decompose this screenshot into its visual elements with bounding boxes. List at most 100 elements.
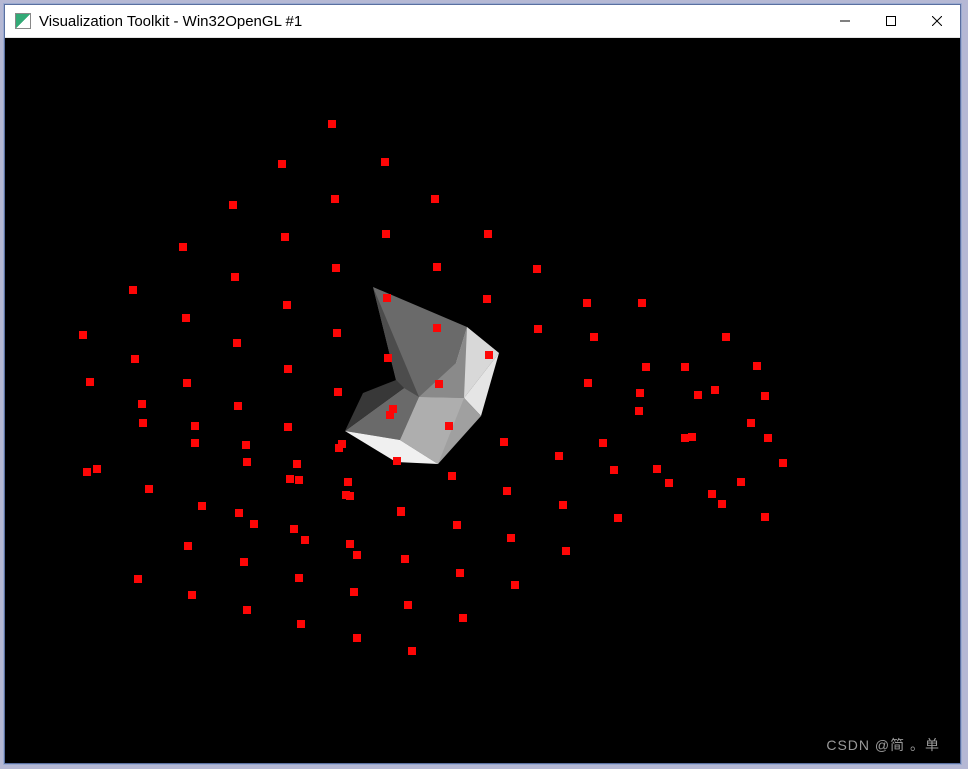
rendered-scene bbox=[5, 38, 960, 763]
data-point bbox=[590, 333, 598, 341]
data-point bbox=[346, 540, 354, 548]
data-point bbox=[747, 419, 755, 427]
data-point bbox=[503, 487, 511, 495]
data-point bbox=[737, 478, 745, 486]
data-point bbox=[332, 264, 340, 272]
data-point bbox=[138, 400, 146, 408]
data-point bbox=[243, 606, 251, 614]
data-point bbox=[711, 386, 719, 394]
data-point bbox=[86, 378, 94, 386]
data-point bbox=[295, 574, 303, 582]
data-point bbox=[384, 354, 392, 362]
data-point bbox=[234, 402, 242, 410]
data-point bbox=[344, 478, 352, 486]
data-point bbox=[382, 230, 390, 238]
data-point bbox=[240, 558, 248, 566]
data-point bbox=[243, 458, 251, 466]
data-point bbox=[383, 294, 391, 302]
data-point bbox=[328, 120, 336, 128]
watermark-text: CSDN @简 。单 bbox=[826, 735, 940, 755]
data-point bbox=[718, 500, 726, 508]
data-point bbox=[638, 299, 646, 307]
window-title: Visualization Toolkit - Win32OpenGL #1 bbox=[39, 13, 822, 30]
data-point bbox=[182, 314, 190, 322]
application-window: Visualization Toolkit - Win32OpenGL #1 C… bbox=[4, 4, 961, 764]
data-point bbox=[599, 439, 607, 447]
data-point bbox=[404, 601, 412, 609]
data-point bbox=[183, 379, 191, 387]
data-point bbox=[284, 423, 292, 431]
data-point bbox=[500, 438, 508, 446]
data-point bbox=[533, 265, 541, 273]
data-point bbox=[583, 299, 591, 307]
data-point bbox=[397, 508, 405, 516]
data-point bbox=[408, 647, 416, 655]
data-point bbox=[779, 459, 787, 467]
data-point bbox=[559, 501, 567, 509]
data-point bbox=[235, 509, 243, 517]
data-point bbox=[131, 355, 139, 363]
titlebar[interactable]: Visualization Toolkit - Win32OpenGL #1 bbox=[5, 5, 960, 38]
data-point bbox=[281, 233, 289, 241]
data-point bbox=[761, 513, 769, 521]
data-point bbox=[722, 333, 730, 341]
data-point bbox=[129, 286, 137, 294]
data-point bbox=[764, 434, 772, 442]
data-point bbox=[231, 273, 239, 281]
maximize-icon bbox=[886, 16, 896, 26]
data-point bbox=[453, 521, 461, 529]
data-point bbox=[431, 195, 439, 203]
app-icon bbox=[15, 13, 31, 29]
data-point bbox=[278, 160, 286, 168]
data-point bbox=[295, 476, 303, 484]
maximize-button[interactable] bbox=[868, 5, 914, 37]
data-point bbox=[642, 363, 650, 371]
data-point bbox=[433, 324, 441, 332]
data-point bbox=[610, 466, 618, 474]
data-point bbox=[139, 419, 147, 427]
data-point bbox=[688, 433, 696, 441]
data-point bbox=[485, 351, 493, 359]
data-point bbox=[456, 569, 464, 577]
data-point bbox=[445, 422, 453, 430]
data-point bbox=[286, 475, 294, 483]
data-point bbox=[448, 472, 456, 480]
data-point bbox=[562, 547, 570, 555]
data-point bbox=[507, 534, 515, 542]
data-point bbox=[229, 201, 237, 209]
data-point bbox=[381, 158, 389, 166]
close-button[interactable] bbox=[914, 5, 960, 37]
window-controls bbox=[822, 5, 960, 37]
data-point bbox=[79, 331, 87, 339]
minimize-button[interactable] bbox=[822, 5, 868, 37]
data-point bbox=[242, 441, 250, 449]
data-point bbox=[459, 614, 467, 622]
data-point bbox=[636, 389, 644, 397]
data-point bbox=[681, 363, 689, 371]
data-point bbox=[708, 490, 716, 498]
data-point bbox=[284, 365, 292, 373]
opengl-viewport[interactable]: CSDN @简 。单 bbox=[5, 38, 960, 763]
data-point bbox=[484, 230, 492, 238]
data-point bbox=[614, 514, 622, 522]
data-point bbox=[584, 379, 592, 387]
data-point bbox=[350, 588, 358, 596]
data-point bbox=[635, 407, 643, 415]
data-point bbox=[353, 634, 361, 642]
close-icon bbox=[932, 16, 942, 26]
data-point bbox=[333, 329, 341, 337]
data-point bbox=[179, 243, 187, 251]
data-point bbox=[184, 542, 192, 550]
data-point bbox=[233, 339, 241, 347]
data-point bbox=[83, 468, 91, 476]
data-point bbox=[191, 422, 199, 430]
data-point bbox=[290, 525, 298, 533]
data-point bbox=[145, 485, 153, 493]
data-point bbox=[534, 325, 542, 333]
minimize-icon bbox=[840, 16, 850, 26]
data-point bbox=[401, 555, 409, 563]
data-point bbox=[435, 380, 443, 388]
data-point bbox=[293, 460, 301, 468]
data-point bbox=[338, 440, 346, 448]
data-point bbox=[250, 520, 258, 528]
